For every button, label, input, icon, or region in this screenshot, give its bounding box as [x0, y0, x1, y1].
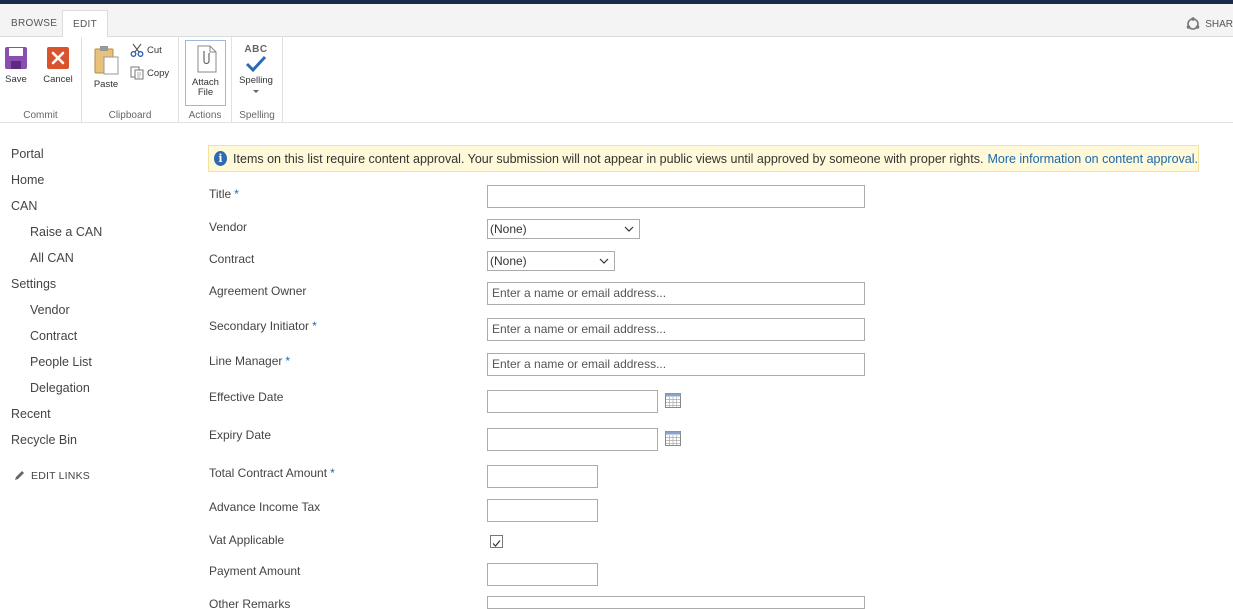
cancel-icon [47, 47, 69, 69]
attach-file-icon [197, 45, 216, 73]
nav-item-portal[interactable]: Portal [11, 147, 44, 161]
secondary-initiator-people-picker[interactable]: Enter a name or email address... [487, 318, 865, 341]
edit-links-button[interactable]: EDIT LINKS [13, 470, 90, 482]
vendor-label: Vendor [209, 220, 248, 234]
spelling-label: Spelling [239, 75, 273, 86]
chevron-down-icon [624, 226, 634, 232]
line-manager-people-picker[interactable]: Enter a name or email address... [487, 353, 865, 376]
cut-label: Cut [147, 44, 162, 56]
spelling-group: ABC Spelling Spelling [232, 37, 283, 123]
paste-icon [94, 46, 119, 75]
required-marker: * [285, 354, 291, 368]
contract-label: Contract [209, 252, 255, 266]
content-approval-link[interactable]: More information on content approval. [987, 152, 1198, 166]
spelling-button[interactable]: ABC Spelling [236, 44, 276, 97]
vat-applicable-checkbox[interactable] [490, 535, 503, 548]
save-label: Save [5, 74, 27, 85]
agreement-owner-people-picker[interactable]: Enter a name or email address... [487, 282, 865, 305]
nav-item-home[interactable]: Home [11, 173, 44, 187]
other-remarks-label: Other Remarks [209, 597, 291, 609]
nav-item-vendor[interactable]: Vendor [30, 303, 70, 317]
cancel-button[interactable]: Cancel [40, 46, 76, 85]
nav-item-contract[interactable]: Contract [30, 329, 77, 343]
secondary-initiator-label-text: Secondary Initiator [209, 319, 310, 333]
required-marker: * [312, 319, 317, 333]
checkmark-icon [492, 540, 501, 547]
payment-amount-input[interactable] [487, 563, 598, 586]
expiry-date-input[interactable] [487, 428, 658, 451]
abc-label: ABC [244, 44, 268, 55]
clipboard-group-label: Clipboard [108, 110, 152, 121]
commit-group: Save Cancel Commit [0, 37, 82, 123]
paste-button[interactable]: Paste [90, 45, 122, 90]
share-icon [1186, 17, 1200, 30]
line-manager-label-text: Line Manager [209, 354, 283, 368]
paste-label: Paste [93, 79, 119, 90]
commit-group-label: Commit [23, 110, 58, 121]
info-icon: i [214, 151, 228, 166]
effective-date-input[interactable] [487, 390, 658, 413]
total-contract-amount-label-text: Total Contract Amount [209, 466, 328, 480]
copy-button[interactable]: Copy [130, 66, 169, 80]
attach-file-button[interactable]: Attach File [185, 40, 226, 106]
cancel-label: Cancel [43, 74, 73, 85]
secondary-initiator-label: Secondary Initiator * [209, 319, 317, 333]
calendar-icon[interactable] [665, 431, 681, 446]
title-input[interactable] [487, 185, 865, 208]
edit-links-label: EDIT LINKS [31, 470, 90, 482]
spellcheck-icon [245, 55, 267, 73]
ribbon-tab-row: BROWSE EDIT SHAR [0, 4, 1233, 38]
save-button[interactable]: Save [2, 46, 30, 85]
save-icon [5, 47, 27, 69]
nav-item-recent[interactable]: Recent [11, 407, 51, 421]
vendor-select[interactable]: (None) [487, 219, 640, 239]
copy-icon [130, 66, 144, 80]
actions-group: Attach File Actions [179, 37, 232, 123]
cut-button[interactable]: Cut [130, 43, 162, 57]
nav-item-all-can[interactable]: All CAN [30, 251, 74, 265]
nav-item-settings[interactable]: Settings [11, 277, 56, 291]
calendar-icon[interactable] [665, 393, 681, 408]
payment-amount-label: Payment Amount [209, 564, 301, 578]
tab-edit[interactable]: EDIT [62, 10, 108, 38]
total-contract-amount-input[interactable] [487, 465, 598, 488]
advance-income-tax-label: Advance Income Tax [209, 500, 321, 514]
effective-date-label: Effective Date [209, 390, 284, 404]
nav-item-can[interactable]: CAN [11, 199, 37, 213]
contract-select[interactable]: (None) [487, 251, 615, 271]
content-approval-notice: i Items on this list require content app… [208, 145, 1199, 172]
expiry-date-label: Expiry Date [209, 428, 272, 442]
actions-group-label: Actions [188, 110, 222, 121]
line-manager-label: Line Manager * [209, 354, 290, 368]
chevron-down-icon [253, 90, 259, 93]
nav-item-raise-a-can[interactable]: Raise a CAN [30, 225, 102, 239]
nav-item-recycle-bin[interactable]: Recycle Bin [11, 433, 77, 447]
share-label: SHAR [1205, 18, 1233, 30]
vat-applicable-label: Vat Applicable [209, 533, 285, 547]
ribbon: Save Cancel Commit Paste Cut Copy Clipbo… [0, 37, 1233, 123]
notice-text: Items on this list require content appro… [233, 151, 984, 166]
contract-select-value: (None) [490, 254, 527, 268]
nav-item-delegation[interactable]: Delegation [30, 381, 90, 395]
advance-income-tax-input[interactable] [487, 499, 598, 522]
pencil-icon [15, 471, 24, 480]
nav-item-people-list[interactable]: People List [30, 355, 92, 369]
required-marker: * [234, 187, 239, 201]
vendor-select-value: (None) [490, 222, 527, 236]
total-contract-amount-label: Total Contract Amount * [209, 466, 335, 480]
attach-label-line2: File [197, 87, 214, 98]
clipboard-group: Paste Cut Copy Clipboard [82, 37, 179, 123]
title-label: Title * [209, 187, 239, 201]
title-label-text: Title [209, 187, 232, 201]
spelling-group-label: Spelling [239, 110, 275, 121]
agreement-owner-label: Agreement Owner [209, 284, 307, 298]
other-remarks-textarea[interactable] [487, 596, 865, 609]
chevron-down-icon [599, 258, 609, 264]
tab-browse[interactable]: BROWSE [1, 10, 67, 38]
required-marker: * [330, 466, 335, 480]
share-button[interactable]: SHAR [1186, 17, 1233, 31]
scissors-icon [130, 43, 144, 57]
copy-label: Copy [147, 67, 170, 79]
